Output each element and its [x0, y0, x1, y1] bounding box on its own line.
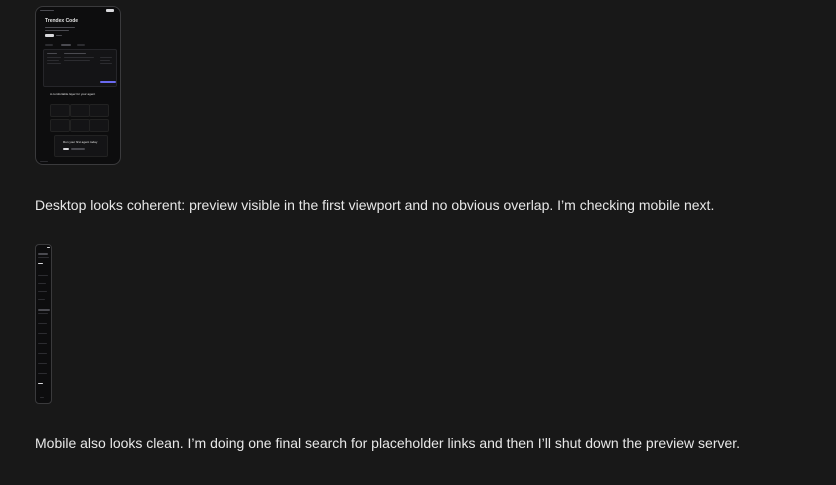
assistant-message: Mobile also looks clean. I’m doing one f…	[35, 435, 741, 451]
thumb-mobile-hero-title	[38, 253, 48, 255]
thumb-tab-2	[61, 44, 71, 46]
thumb-preview-window	[43, 49, 117, 87]
thumb-feature-card-3	[89, 104, 109, 117]
thumb-feature-card-2	[70, 104, 90, 117]
thumb-feature-card-6	[89, 119, 109, 132]
thumb-feature-card-5	[70, 119, 90, 132]
thumb-preview-accent-button	[100, 81, 116, 83]
thumb-mobile-nav-button	[47, 247, 50, 248]
thumb-tab-1	[45, 44, 53, 46]
thumb-cta-block: Run your first agent today	[54, 135, 108, 157]
thumb-nav-button	[106, 9, 114, 12]
mobile-screenshot-thumbnail[interactable]	[35, 244, 52, 404]
thumb-footer	[40, 161, 48, 162]
thumb-mobile-hero-subtitle	[38, 257, 49, 258]
thumb-tab-3	[77, 44, 85, 46]
thumb-mobile-cta-button	[38, 383, 43, 384]
thumb-cta-title: Run your first agent today	[63, 140, 98, 144]
thumb-nav-bar	[40, 10, 54, 11]
thumb-mobile-section-title	[38, 309, 50, 311]
thumb-mobile-hero-button	[38, 263, 43, 264]
assistant-message: Desktop looks coherent: preview visible …	[35, 197, 715, 213]
thumb-section-title: A comfortable layer for your agent	[50, 92, 96, 96]
thumb-hero-subtitle	[45, 27, 75, 28]
thumb-feature-card-1	[50, 104, 70, 117]
chat-thread: Trendex Code A comfortable layer for you…	[0, 0, 836, 485]
thumb-feature-card-4	[50, 119, 70, 132]
thumb-hero-title: Trendex Code	[45, 18, 79, 24]
thumb-hero-link	[56, 35, 62, 36]
desktop-screenshot-thumbnail[interactable]: Trendex Code A comfortable layer for you…	[35, 6, 121, 165]
thumb-hero-button	[45, 34, 54, 37]
thumb-hero-subtitle-2	[45, 30, 69, 31]
